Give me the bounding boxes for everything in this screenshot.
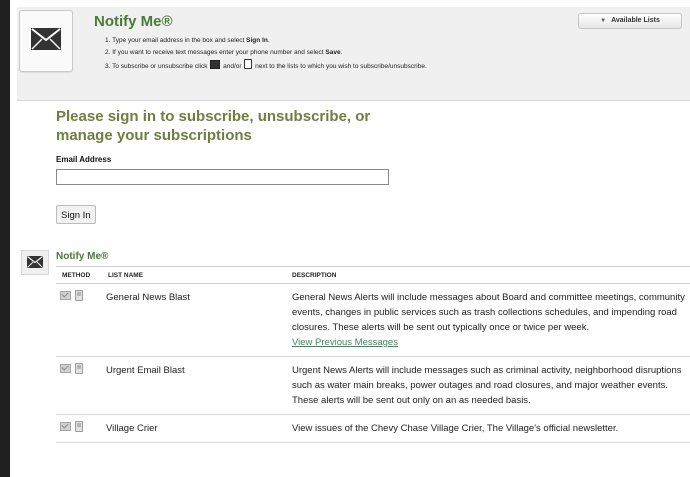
column-header-list-name: LIST NAME	[102, 266, 288, 284]
envelope-icon	[21, 250, 49, 275]
envelope-icon	[19, 10, 73, 72]
email-subscribe-icon[interactable]	[60, 364, 71, 373]
caret-down-icon: ▼	[600, 18, 607, 24]
column-header-method: METHOD	[56, 266, 102, 284]
table-header-row: METHOD LIST NAME DESCRIPTION	[56, 266, 690, 284]
list-name: General News Blast	[102, 283, 288, 357]
notify-me-header: Notify Me® 1. Type your email address in…	[17, 7, 690, 101]
signin-heading: Please sign in to subscribe, unsubscribe…	[56, 108, 371, 144]
column-header-description: DESCRIPTION	[288, 266, 690, 284]
instruction-step-1: 1. Type your email address in the box an…	[105, 37, 270, 44]
instructions: 1. Type your email address in the box an…	[105, 35, 427, 73]
notify-me-page: Notify Me® 1. Type your email address in…	[10, 0, 690, 477]
phone-method-icon	[244, 59, 253, 69]
method-cell	[56, 414, 102, 443]
available-lists-button[interactable]: ▼ Available Lists	[578, 13, 682, 29]
email-label: Email Address	[56, 155, 112, 164]
table-row: General News Blast General News Alerts w…	[56, 283, 690, 357]
sms-subscribe-icon[interactable]	[75, 421, 83, 432]
table-row: Urgent Email Blast Urgent News Alerts wi…	[56, 356, 690, 415]
list-description: General News Alerts will include message…	[288, 283, 690, 357]
method-cell	[56, 283, 102, 357]
sms-subscribe-icon[interactable]	[75, 363, 83, 374]
sign-in-button[interactable]: Sign In	[56, 205, 96, 224]
email-method-icon	[210, 60, 221, 69]
lists-section-title: Notify Me®	[56, 251, 109, 262]
instruction-step-3: 3. To subscribe or unsubscribe click and…	[105, 59, 427, 73]
list-description: View issues of the Chevy Chase Village C…	[288, 414, 690, 443]
instruction-step-2: 2. If you want to receive text messages …	[105, 49, 343, 56]
subscription-lists-table: METHOD LIST NAME DESCRIPTION General New…	[56, 266, 690, 443]
page-title: Notify Me®	[94, 13, 173, 30]
list-name: Village Crier	[102, 414, 288, 443]
method-cell	[56, 356, 102, 415]
email-subscribe-icon[interactable]	[60, 422, 71, 431]
email-field[interactable]	[56, 169, 389, 185]
view-previous-messages-link[interactable]: View Previous Messages	[292, 335, 686, 350]
email-subscribe-icon[interactable]	[60, 291, 71, 300]
list-name: Urgent Email Blast	[102, 356, 288, 415]
sms-subscribe-icon[interactable]	[75, 290, 83, 301]
list-description: Urgent News Alerts will include messages…	[288, 356, 690, 415]
table-row: Village Crier View issues of the Chevy C…	[56, 414, 690, 443]
